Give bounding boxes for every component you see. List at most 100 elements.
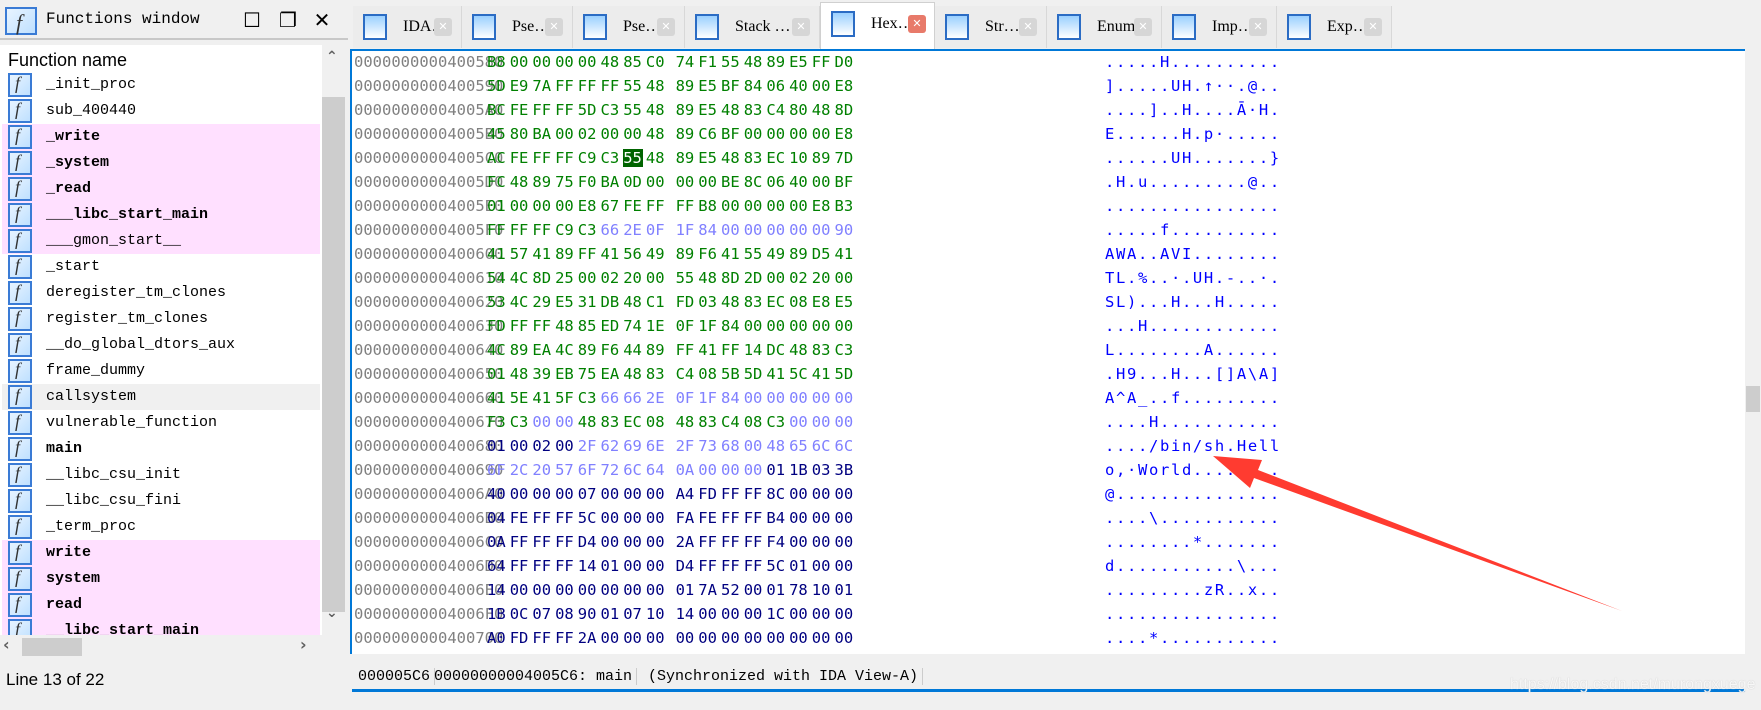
hex-byte[interactable]: 00 (789, 485, 811, 503)
hex-byte[interactable]: 1B (789, 461, 811, 479)
hex-byte[interactable]: 2A (578, 629, 600, 647)
hex-byte[interactable]: 8D (835, 101, 857, 119)
hex-byte[interactable]: 89 (676, 101, 698, 119)
hex-byte[interactable]: 08 (744, 413, 766, 431)
hex-byte[interactable]: 83 (601, 413, 623, 431)
hex-byte[interactable]: 0D (623, 173, 645, 191)
hex-byte[interactable]: 00 (555, 485, 577, 503)
hex-byte[interactable]: FF (721, 509, 743, 527)
hex-byte[interactable]: FF (721, 341, 743, 359)
function-row[interactable]: __libc_csu_init (2, 462, 320, 488)
hex-byte[interactable]: 0F (676, 317, 698, 335)
hex-byte[interactable]: 39 (532, 365, 554, 383)
hex-byte[interactable]: BE (721, 173, 743, 191)
function-row[interactable]: _start (2, 254, 320, 280)
hex-byte[interactable]: 00 (789, 629, 811, 647)
hex-byte[interactable]: FE (623, 197, 645, 215)
hex-byte[interactable]: 1E (646, 317, 668, 335)
hex-byte[interactable]: 4C (510, 293, 532, 311)
hex-byte[interactable]: 14 (487, 581, 509, 599)
hex-byte[interactable]: 73 (698, 437, 720, 455)
function-row[interactable]: _term_proc (2, 514, 320, 540)
ascii-text[interactable]: @............... (1105, 485, 1281, 503)
hex-byte[interactable]: FF (555, 629, 577, 647)
hex-byte[interactable]: FF (555, 101, 577, 119)
hex-byte[interactable]: E5 (835, 293, 857, 311)
hex-byte[interactable]: 00 (698, 605, 720, 623)
hex-byte[interactable]: 00 (646, 557, 668, 575)
hex-byte[interactable]: 41 (721, 245, 743, 263)
hex-byte[interactable]: 00 (744, 125, 766, 143)
hex-byte[interactable]: C3 (601, 149, 623, 167)
hex-byte[interactable]: 89 (676, 125, 698, 143)
hex-byte[interactable]: 20 (623, 269, 645, 287)
hex-byte[interactable]: 49 (766, 245, 788, 263)
hex-byte[interactable]: EC (766, 149, 788, 167)
hex-byte[interactable]: BA (532, 125, 554, 143)
ascii-text[interactable]: ....]..H....Ā·H. (1105, 101, 1281, 119)
hex-byte[interactable]: 00 (766, 389, 788, 407)
hex-byte[interactable]: 10 (812, 581, 834, 599)
hex-byte[interactable]: BF (721, 77, 743, 95)
hex-byte[interactable]: 84 (721, 317, 743, 335)
hex-byte[interactable]: 00 (766, 221, 788, 239)
hex-byte[interactable]: FF (812, 53, 834, 71)
hex-byte[interactable]: FF (578, 77, 600, 95)
hex-byte[interactable]: E8 (835, 77, 857, 95)
hex-byte[interactable]: 29 (532, 293, 554, 311)
function-row[interactable]: callsystem (2, 384, 320, 410)
function-row[interactable]: _write (2, 124, 320, 150)
hex-byte[interactable]: 00 (698, 629, 720, 647)
hex-byte[interactable]: 84 (744, 77, 766, 95)
hex-byte[interactable]: FF (555, 533, 577, 551)
ascii-text[interactable]: .H.u.........@.. (1105, 173, 1281, 191)
hex-byte[interactable]: EA (601, 365, 623, 383)
hex-byte[interactable]: 00 (789, 413, 811, 431)
hex-byte[interactable]: 48 (646, 149, 668, 167)
hex-byte[interactable]: 80 (789, 101, 811, 119)
tab-stack[interactable]: Stack … ✕ (685, 6, 820, 48)
hex-byte[interactable]: 48 (646, 77, 668, 95)
hex-byte[interactable]: 84 (698, 221, 720, 239)
hex-byte[interactable]: 20 (812, 269, 834, 287)
hex-byte[interactable]: 00 (676, 173, 698, 191)
hex-byte[interactable]: FF (721, 533, 743, 551)
hex-byte[interactable]: 90 (835, 221, 857, 239)
function-row[interactable]: system (2, 566, 320, 592)
hex-byte[interactable]: 4C (487, 341, 509, 359)
ascii-text[interactable]: ........*....... (1105, 533, 1281, 551)
hex-byte[interactable]: 64 (487, 557, 509, 575)
hex-byte[interactable]: B4 (766, 509, 788, 527)
hex-byte[interactable]: 07 (532, 605, 554, 623)
hex-byte[interactable]: 83 (698, 413, 720, 431)
hex-byte[interactable]: 4C (510, 269, 532, 287)
hex-byte[interactable]: 2A (676, 533, 698, 551)
ascii-text[interactable]: ....*........... (1105, 629, 1281, 647)
hex-byte[interactable]: 00 (812, 533, 834, 551)
hex-byte[interactable]: 00 (812, 173, 834, 191)
hex-byte[interactable]: E5 (555, 293, 577, 311)
hex-byte[interactable]: 00 (812, 389, 834, 407)
hex-byte[interactable]: 55 (721, 53, 743, 71)
hex-byte[interactable]: F6 (698, 245, 720, 263)
hex-byte[interactable]: 00 (555, 581, 577, 599)
hex-byte[interactable]: 00 (721, 221, 743, 239)
hex-byte[interactable]: FD (510, 629, 532, 647)
ascii-text[interactable]: ......UH.......} (1105, 149, 1281, 167)
hex-byte[interactable]: D5 (812, 245, 834, 263)
ascii-text[interactable]: ................ (1105, 197, 1281, 215)
hex-byte[interactable]: FF (744, 485, 766, 503)
hex-byte[interactable]: 41 (766, 365, 788, 383)
hex-byte[interactable]: 8C (766, 485, 788, 503)
hex-byte[interactable]: 00 (532, 197, 554, 215)
hex-byte[interactable]: FF (744, 509, 766, 527)
hex-byte[interactable]: FF (532, 533, 554, 551)
hex-byte[interactable]: 5C (578, 509, 600, 527)
hex-byte[interactable]: 00 (744, 605, 766, 623)
hex-vertical-scrollbar[interactable] (1745, 49, 1761, 655)
hex-byte[interactable]: 48 (721, 293, 743, 311)
function-row[interactable]: _read (2, 176, 320, 202)
hex-byte[interactable]: 90 (578, 605, 600, 623)
hex-byte[interactable]: BA (601, 173, 623, 191)
hex-byte[interactable]: 75 (578, 365, 600, 383)
